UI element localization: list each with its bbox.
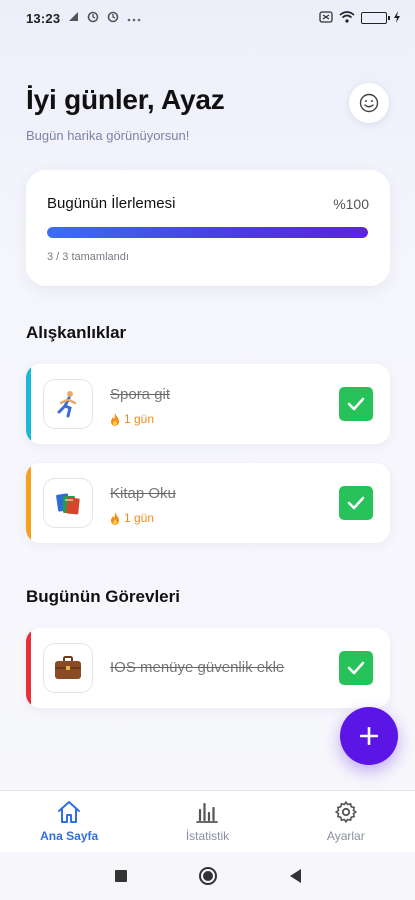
habit-label: Spora git — [110, 386, 171, 403]
habit-checkbox[interactable] — [339, 387, 373, 421]
page-title: İyi günler, Ayaz — [26, 84, 225, 115]
progress-summary: 3 / 3 tamamlandı — [47, 251, 129, 263]
habit-streak: 1 gün — [110, 412, 154, 426]
home-system-button[interactable] — [198, 866, 218, 886]
fire-icon — [111, 511, 119, 525]
habit-streak-label: 1 gün — [124, 511, 155, 525]
habit-label: Kitap Oku — [110, 485, 176, 502]
task-card[interactable]: IOS menüye güvenlik ekle — [26, 628, 390, 708]
check-icon — [347, 397, 365, 411]
status-time: 13:23 — [26, 10, 61, 26]
books-icon — [43, 478, 93, 528]
bottom-nav: Ana Sayfa İstatistik Ayarlar — [0, 790, 415, 852]
progress-bar — [47, 227, 368, 238]
wifi-icon — [339, 10, 355, 26]
add-button[interactable] — [340, 707, 398, 765]
tasks-section-title: Bugünün Görevleri — [26, 587, 180, 606]
status-bar: 13:23 — [0, 0, 415, 36]
progress-title: Bugünün İlerlemesi — [47, 195, 176, 212]
charging-icon — [393, 10, 401, 26]
nav-item-settings[interactable]: Ayarlar — [277, 791, 415, 852]
habit-card[interactable]: Kitap Oku 1 gün — [26, 463, 390, 543]
page-subtitle: Bugün harika görünüyorsun! — [26, 128, 190, 143]
smiley-icon — [359, 93, 379, 113]
sim-icon — [319, 10, 333, 26]
sync-icon — [87, 11, 99, 26]
battery-icon — [361, 12, 390, 24]
runner-icon — [43, 379, 93, 429]
nav-item-home[interactable]: Ana Sayfa — [0, 791, 138, 852]
progress-card: Bugünün İlerlemesi %100 3 / 3 tamamlandı — [26, 170, 390, 286]
progress-percent: %100 — [333, 196, 369, 212]
habit-streak-label: 1 gün — [124, 412, 155, 426]
task-checkbox[interactable] — [339, 651, 373, 685]
nav-label-home: Ana Sayfa — [40, 829, 99, 843]
nav-label-statistics: İstatistik — [185, 829, 230, 843]
habit-accent-bar — [26, 463, 31, 543]
home-screen: 13:23 İyi günler, Ayaz Bugün harika görü… — [0, 0, 415, 900]
progress-bar-fill — [47, 227, 368, 238]
system-nav-bar — [0, 852, 415, 900]
nav-label-settings: Ayarlar — [326, 829, 365, 843]
check-icon — [347, 496, 365, 510]
signal-icon — [68, 11, 79, 25]
recents-button[interactable] — [114, 869, 128, 883]
gear-icon — [335, 801, 357, 823]
bar-chart-icon — [196, 802, 219, 823]
back-button[interactable] — [288, 868, 302, 884]
sync-icon — [107, 11, 119, 26]
more-icon — [127, 11, 141, 25]
task-accent-bar — [26, 628, 31, 708]
habit-checkbox[interactable] — [339, 486, 373, 520]
fire-icon — [111, 412, 119, 426]
habit-card[interactable]: Spora git 1 gün — [26, 364, 390, 444]
habits-section-title: Alışkanlıklar — [26, 323, 127, 342]
home-icon — [58, 801, 81, 823]
check-icon — [347, 661, 365, 675]
briefcase-icon — [43, 643, 93, 693]
profile-button[interactable] — [349, 83, 389, 123]
task-label: IOS menüye güvenlik ekle — [110, 659, 285, 676]
plus-icon — [360, 727, 378, 745]
habit-accent-bar — [26, 364, 31, 444]
habit-streak: 1 gün — [110, 511, 154, 525]
nav-item-statistics[interactable]: İstatistik — [138, 791, 276, 852]
